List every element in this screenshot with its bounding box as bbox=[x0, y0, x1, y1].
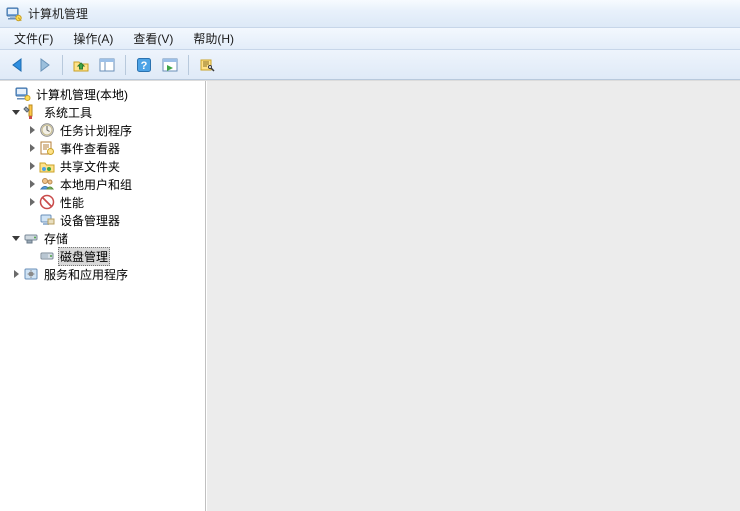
tree-event-viewer[interactable]: 事件查看器 bbox=[2, 139, 205, 157]
help-button[interactable]: ? bbox=[132, 53, 156, 77]
collapse-icon[interactable] bbox=[10, 232, 22, 244]
toolbar-separator bbox=[62, 55, 63, 75]
tree-local-users-groups-label: 本地用户和组 bbox=[58, 175, 134, 194]
event-viewer-icon bbox=[39, 140, 55, 156]
expand-icon[interactable] bbox=[26, 196, 38, 208]
storage-icon bbox=[23, 230, 39, 246]
menu-action[interactable]: 操作(A) bbox=[63, 28, 123, 49]
tree-pane: 计算机管理(本地) bbox=[0, 81, 206, 511]
tree-shared-folders[interactable]: 共享文件夹 bbox=[2, 157, 205, 175]
action-pane-button[interactable] bbox=[158, 53, 182, 77]
detail-pane bbox=[206, 81, 740, 511]
expand-icon[interactable] bbox=[26, 160, 38, 172]
forward-button[interactable] bbox=[32, 53, 56, 77]
tree-task-scheduler-label: 任务计划程序 bbox=[58, 121, 134, 140]
expand-icon[interactable] bbox=[26, 124, 38, 136]
content-area: 计算机管理(本地) bbox=[0, 80, 740, 511]
tree-services-apps-label: 服务和应用程序 bbox=[42, 265, 130, 284]
menu-view[interactable]: 查看(V) bbox=[123, 28, 183, 49]
tree-device-manager[interactable]: 设备管理器 bbox=[2, 211, 205, 229]
performance-icon bbox=[39, 194, 55, 210]
tools-icon bbox=[23, 104, 39, 120]
disk-icon bbox=[39, 248, 55, 264]
title-bar: 计算机管理 bbox=[0, 0, 740, 28]
no-twisty bbox=[26, 214, 38, 226]
tree-storage[interactable]: 存储 bbox=[2, 229, 205, 247]
toolbar: ? bbox=[0, 50, 740, 80]
menu-file[interactable]: 文件(F) bbox=[4, 28, 63, 49]
collapse-icon[interactable] bbox=[10, 106, 22, 118]
wizard-button[interactable] bbox=[195, 53, 219, 77]
tree-root-label: 计算机管理(本地) bbox=[34, 85, 130, 104]
expand-icon[interactable] bbox=[26, 142, 38, 154]
up-folder-button[interactable] bbox=[69, 53, 93, 77]
toolbar-separator bbox=[125, 55, 126, 75]
tree-disk-management-label: 磁盘管理 bbox=[58, 247, 110, 266]
menu-help[interactable]: 帮助(H) bbox=[183, 28, 244, 49]
computer-management-icon bbox=[15, 86, 31, 102]
device-manager-icon bbox=[39, 212, 55, 228]
menu-bar: 文件(F) 操作(A) 查看(V) 帮助(H) bbox=[0, 28, 740, 50]
tree-root[interactable]: 计算机管理(本地) bbox=[2, 85, 205, 103]
svg-text:?: ? bbox=[141, 60, 148, 72]
app-icon bbox=[6, 6, 22, 22]
window-title: 计算机管理 bbox=[28, 5, 88, 22]
expand-icon[interactable] bbox=[26, 178, 38, 190]
tree-performance[interactable]: 性能 bbox=[2, 193, 205, 211]
tree-shared-folders-label: 共享文件夹 bbox=[58, 157, 122, 176]
users-icon bbox=[39, 176, 55, 192]
tree-system-tools-label: 系统工具 bbox=[42, 103, 94, 122]
clock-icon bbox=[39, 122, 55, 138]
no-twisty bbox=[26, 250, 38, 262]
shared-folders-icon bbox=[39, 158, 55, 174]
collapse-icon[interactable] bbox=[2, 88, 14, 100]
tree-task-scheduler[interactable]: 任务计划程序 bbox=[2, 121, 205, 139]
tree-event-viewer-label: 事件查看器 bbox=[58, 139, 122, 158]
tree-performance-label: 性能 bbox=[58, 193, 86, 212]
tree-storage-label: 存储 bbox=[42, 229, 70, 248]
panes-button[interactable] bbox=[95, 53, 119, 77]
back-button[interactable] bbox=[6, 53, 30, 77]
tree-local-users-groups[interactable]: 本地用户和组 bbox=[2, 175, 205, 193]
tree-services-apps[interactable]: 服务和应用程序 bbox=[2, 265, 205, 283]
services-apps-icon bbox=[23, 266, 39, 282]
tree-device-manager-label: 设备管理器 bbox=[58, 211, 122, 230]
toolbar-separator bbox=[188, 55, 189, 75]
expand-icon[interactable] bbox=[10, 268, 22, 280]
tree-system-tools[interactable]: 系统工具 bbox=[2, 103, 205, 121]
tree-disk-management[interactable]: 磁盘管理 bbox=[2, 247, 205, 265]
